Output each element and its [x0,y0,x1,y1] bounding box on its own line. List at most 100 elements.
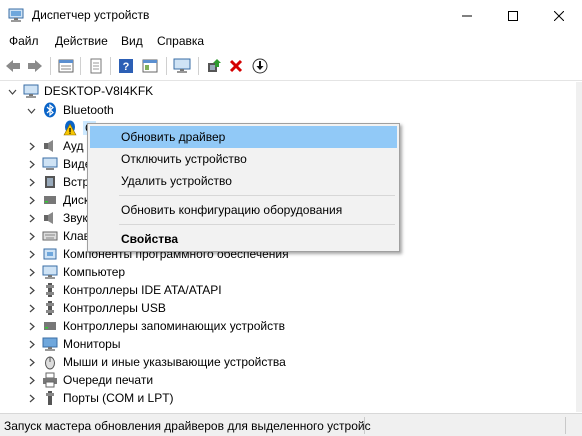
context-menu-label: Отключить устройство [121,152,247,166]
tree-root-label: DESKTOP-V8I4KFK [44,84,154,98]
storage-controller-icon [44,322,56,330]
close-button[interactable] [536,0,582,31]
toolbar-separator [166,57,167,75]
view-icon [142,59,158,73]
maximize-button[interactable] [490,0,536,31]
status-divider [565,417,566,434]
audio-icon [44,140,53,152]
computer-icon [23,84,39,98]
printer-icon [43,372,57,388]
vertical-scrollbar[interactable] [576,82,582,412]
expand-chevron-icon[interactable] [25,281,37,299]
firmware-icon [45,176,55,188]
document-button[interactable] [86,56,106,76]
expand-chevron-icon[interactable] [25,317,37,335]
usb-icon [46,301,54,315]
toolbar-separator [50,57,51,75]
expand-chevron-icon[interactable] [25,335,37,353]
device-manager-icon [8,8,24,22]
status-divider [364,417,365,434]
scan-hardware-button[interactable] [172,56,192,76]
tree-category-label: Очереди печати [63,373,154,387]
document-icon [90,58,102,74]
tree-category-ports[interactable]: Порты (COM и LPT) [0,389,300,407]
back-arrow-icon [6,60,20,72]
minimize-icon [462,15,472,16]
context-menu-label: Обновить конфигурацию оборудования [121,203,343,217]
tree-category-computer[interactable]: Компьютер [0,263,300,281]
menu-view[interactable]: Вид [121,34,143,48]
tree-category-print-queues[interactable]: Очереди печати [0,371,300,389]
expand-chevron-icon[interactable] [25,227,37,245]
help-button[interactable]: ? [116,56,136,76]
video-adapter-icon [42,157,58,170]
toolbar-separator [80,57,81,75]
expand-chevron-icon[interactable] [25,389,37,407]
collapse-chevron-icon[interactable] [25,101,37,119]
enable-device-button[interactable] [250,56,270,76]
context-menu-uninstall-device[interactable]: Удалить устройство [90,170,397,192]
update-driver-button[interactable] [204,56,224,76]
minimize-button[interactable] [444,0,490,31]
download-icon [252,58,268,74]
tree-category-storage-controllers[interactable]: Контроллеры запоминающих устройств [0,317,320,335]
close-icon [554,10,564,21]
toolbar-separator [198,57,199,75]
toolbar: ? [0,51,582,81]
expand-chevron-icon[interactable] [25,209,37,227]
tree-category-usb-controllers[interactable]: Контроллеры USB [0,299,300,317]
menu-action[interactable]: Действие [55,34,108,48]
menu-help[interactable]: Справка [157,34,204,48]
tree-category-bluetooth[interactable]: Bluetooth [0,101,300,119]
expand-chevron-icon[interactable] [25,371,37,389]
update-driver-icon [208,59,221,72]
properties-button[interactable] [56,56,76,76]
port-icon [46,391,54,405]
context-menu-label: Обновить драйвер [121,130,226,144]
tree-category-ide-controllers[interactable]: Контроллеры IDE ATA/ATAPI [0,281,300,299]
expand-chevron-icon[interactable] [25,155,37,173]
back-button[interactable] [3,56,23,76]
expand-chevron-icon[interactable] [25,173,37,191]
tree-category-monitors[interactable]: Мониторы [0,335,300,353]
view-button[interactable] [140,56,160,76]
menu-bar: Файл Действие Вид Справка [0,31,582,51]
tree-category-label: Контроллеры USB [63,301,166,315]
forward-button[interactable] [25,56,45,76]
expand-chevron-icon[interactable] [25,191,37,209]
toolbar-separator [110,57,111,75]
status-bar: Запуск мастера обновления драйверов для … [0,413,582,436]
expand-chevron-icon[interactable] [25,245,37,263]
expand-chevron-icon[interactable] [25,299,37,317]
context-menu-scan-hardware[interactable]: Обновить конфигурацию оборудования [90,199,397,221]
tree-category-label: Контроллеры запоминающих устройств [63,319,285,333]
expand-chevron-icon[interactable] [25,263,37,281]
expand-chevron-icon[interactable] [25,137,37,155]
bluetooth-icon [44,102,56,118]
context-menu-properties[interactable]: Свойства [90,228,397,250]
tree-category-label: Клав [63,229,91,243]
tree-category-label: Мыши и иные указывающие устройства [63,355,286,369]
uninstall-button[interactable] [226,56,246,76]
tree-category-label: Bluetooth [63,103,114,117]
tree-category-label: Порты (COM и LPT) [63,391,174,405]
menu-file[interactable]: Файл [9,34,39,48]
collapse-chevron-icon[interactable] [6,82,18,100]
tree-category-mice[interactable]: Мыши и иные указывающие устройства [0,353,320,371]
svg-text:?: ? [123,61,130,73]
context-menu-update-driver[interactable]: Обновить драйвер [90,126,397,148]
expand-chevron-icon[interactable] [25,353,37,371]
ide-controller-icon [46,283,54,297]
uninstall-x-icon [229,59,243,73]
mouse-icon [45,356,55,370]
context-menu-disable-device[interactable]: Отключить устройство [90,148,397,170]
tree-category-label: Ауд [63,139,84,153]
status-text: Запуск мастера обновления драйверов для … [4,419,371,433]
maximize-icon [508,10,518,21]
monitor-icon [42,337,58,351]
tree-root[interactable]: DESKTOP-V8I4KFK [0,82,300,100]
context-menu-separator [119,224,395,225]
tree-category-label: Диск [63,193,90,207]
title-bar: Диспетчер устройств [0,0,582,31]
tree-category-label: Компьютер [63,265,126,279]
